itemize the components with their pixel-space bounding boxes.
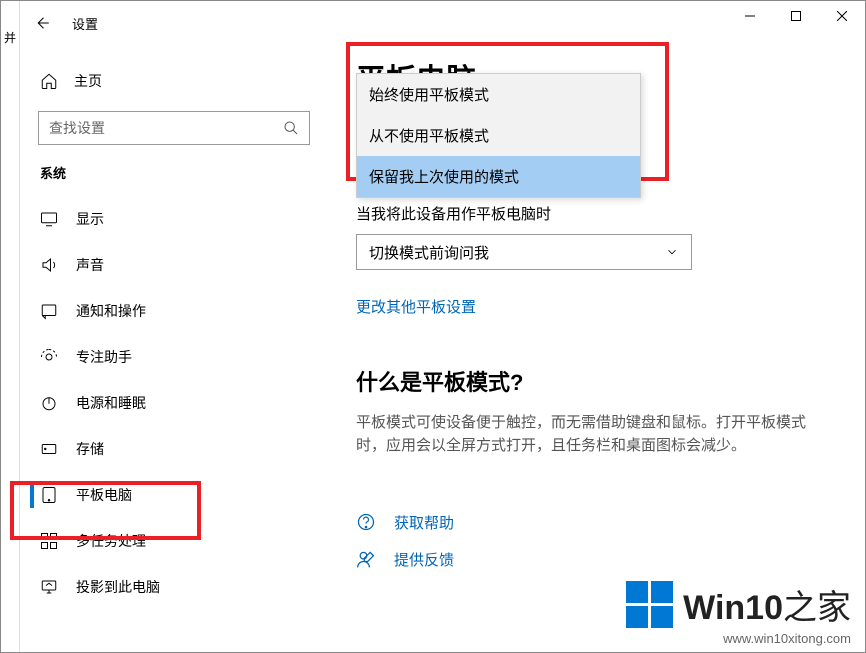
tablet-icon	[40, 486, 58, 504]
get-help-row[interactable]: 获取帮助	[356, 512, 855, 533]
watermark-brand2: 之家	[783, 589, 851, 627]
search-placeholder: 查找设置	[49, 118, 105, 138]
feedback-icon	[356, 549, 376, 569]
window-controls	[727, 1, 865, 31]
display-icon	[40, 211, 58, 227]
feedback-link[interactable]: 提供反馈	[394, 549, 454, 570]
sidebar-item-label: 专注助手	[76, 347, 132, 367]
maximize-button[interactable]	[773, 1, 819, 31]
tablet-mode-dropdown[interactable]: 始终使用平板模式 从不使用平板模式 保留我上次使用的模式	[356, 73, 641, 198]
home-nav[interactable]: 主页	[30, 61, 330, 101]
sound-icon	[40, 256, 58, 274]
project-icon	[40, 578, 58, 596]
notifications-icon	[40, 302, 58, 320]
sidebar-item-label: 电源和睡眠	[76, 393, 146, 413]
switch-mode-select[interactable]: 切换模式前询问我	[356, 234, 692, 270]
sidebar-item-label: 通知和操作	[76, 301, 146, 321]
sidebar-item-label: 显示	[76, 209, 104, 229]
home-icon	[40, 72, 58, 90]
what-is-body: 平板模式可使设备便于触控，而无需借助键盘和鼠标。打开平板模式时，应用会以全屏方式…	[356, 411, 816, 458]
titlebar: 设置	[20, 1, 865, 45]
sidebar-item-label: 存储	[76, 439, 104, 459]
home-label: 主页	[74, 71, 102, 91]
minimize-button[interactable]	[727, 1, 773, 31]
help-icon	[356, 512, 376, 532]
multitask-icon	[40, 532, 58, 550]
back-button[interactable]	[20, 1, 64, 45]
sidebar-item-label: 声音	[76, 255, 104, 275]
sidebar-item-focus[interactable]: 专注助手	[30, 334, 330, 380]
sidebar-item-label: 投影到此电脑	[76, 577, 160, 597]
window-title: 设置	[72, 14, 98, 33]
power-icon	[40, 394, 58, 412]
close-button[interactable]	[819, 1, 865, 31]
left-stub: 并	[1, 1, 20, 652]
sidebar-item-multitask[interactable]: 多任务处理	[30, 518, 330, 564]
feedback-row[interactable]: 提供反馈	[356, 549, 855, 570]
dropdown-option-keep-last[interactable]: 保留我上次使用的模式	[357, 156, 640, 197]
section-label: 系统	[30, 163, 330, 182]
sublabel-when-tablet: 当我将此设备用作平板电脑时	[356, 203, 855, 224]
sidebar: 主页 查找设置 系统 显示 声音 通知和操作 专注助手 电源和睡眠	[20, 51, 330, 652]
sidebar-item-tablet[interactable]: 平板电脑	[30, 472, 330, 518]
main-content: 平板电脑 始终使用平板模式 从不使用平板模式 保留我上次使用的模式 当我将此设备…	[356, 55, 855, 652]
settings-window: 并 设置 主页 查找设置 系统 显示 声音	[0, 0, 866, 653]
select-value: 切换模式前询问我	[369, 242, 489, 263]
search-input[interactable]: 查找设置	[38, 111, 310, 145]
dropdown-option-always[interactable]: 始终使用平板模式	[357, 74, 640, 115]
sidebar-item-display[interactable]: 显示	[30, 196, 330, 242]
watermark-logo-icon	[626, 581, 673, 628]
chevron-down-icon	[665, 245, 679, 259]
sidebar-item-project[interactable]: 投影到此电脑	[30, 564, 330, 610]
focus-icon	[40, 348, 58, 366]
watermark-url: www.win10xitong.com	[626, 631, 851, 646]
search-icon	[283, 120, 299, 136]
sidebar-item-label: 多任务处理	[76, 531, 146, 551]
get-help-link[interactable]: 获取帮助	[394, 512, 454, 533]
sidebar-item-power[interactable]: 电源和睡眠	[30, 380, 330, 426]
storage-icon	[40, 440, 58, 458]
sidebar-item-notifications[interactable]: 通知和操作	[30, 288, 330, 334]
sidebar-item-label: 平板电脑	[76, 485, 132, 505]
sidebar-item-sound[interactable]: 声音	[30, 242, 330, 288]
watermark-brand1: Win10	[683, 589, 783, 627]
what-is-heading: 什么是平板模式?	[356, 365, 855, 397]
more-tablet-settings-link[interactable]: 更改其他平板设置	[356, 296, 476, 317]
watermark: Win10之家 www.win10xitong.com	[626, 580, 851, 646]
dropdown-option-never[interactable]: 从不使用平板模式	[357, 115, 640, 156]
sidebar-item-storage[interactable]: 存储	[30, 426, 330, 472]
back-arrow-icon	[33, 14, 51, 32]
